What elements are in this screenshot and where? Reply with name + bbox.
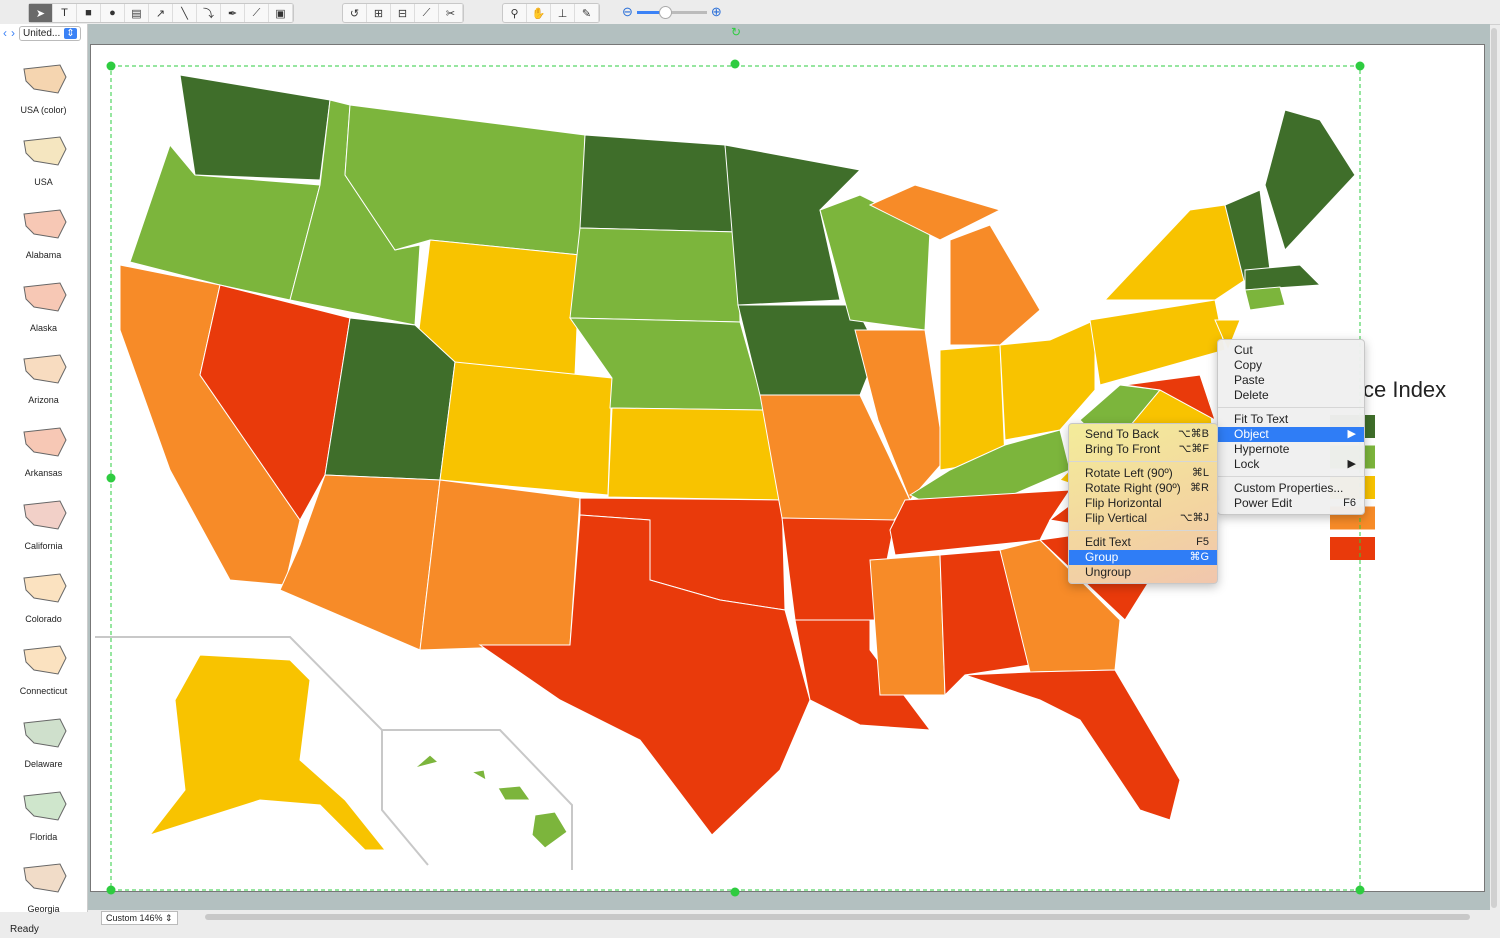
- menu-item-cut[interactable]: Cut: [1218, 343, 1364, 358]
- state-ma[interactable]: [1244, 264, 1322, 291]
- selection-handle: [1355, 885, 1365, 895]
- state-co[interactable]: [439, 361, 613, 496]
- menu-item-delete[interactable]: Delete: [1218, 388, 1364, 403]
- selection-handle: [730, 887, 740, 897]
- state-hi-4[interactable]: [531, 811, 568, 849]
- vertical-scrollbar[interactable]: [1491, 28, 1497, 908]
- state-mi[interactable]: [949, 224, 1041, 346]
- state-oh[interactable]: [999, 319, 1096, 441]
- menu-item-send-to-back[interactable]: Send To Back ⌥⌘B: [1069, 427, 1217, 442]
- state-sd[interactable]: [569, 227, 741, 323]
- menu-item-group[interactable]: Group ⌘G: [1069, 550, 1217, 565]
- state-pa[interactable]: [1089, 299, 1226, 386]
- menu-item-rotate-right[interactable]: Rotate Right (90º) ⌘R: [1069, 481, 1217, 496]
- submenu-arrow-icon: ▶: [1347, 428, 1356, 440]
- legend-title: ce Index: [1363, 377, 1447, 402]
- menu-item-object[interactable]: Object ▶: [1218, 427, 1364, 442]
- state-nm[interactable]: [419, 479, 581, 651]
- selection-handle: [1355, 61, 1365, 71]
- menu-item-edit-text[interactable]: Edit Text F5: [1069, 535, 1217, 550]
- menu-item-copy[interactable]: Copy: [1218, 358, 1364, 373]
- state-ms[interactable]: [869, 554, 946, 696]
- state-hi-3[interactable]: [497, 785, 531, 801]
- state-me[interactable]: [1264, 109, 1356, 251]
- rotate-handle-icon: ↻: [731, 25, 741, 39]
- object-submenu: Send To Back ⌥⌘B Bring To Front ⌥⌘F Rotate L…: [1068, 423, 1218, 584]
- submenu-arrow-icon: ▶: [1347, 458, 1356, 470]
- menu-item-flip-horizontal[interactable]: Flip Horizontal: [1069, 496, 1217, 511]
- state-hi-1[interactable]: [414, 754, 440, 769]
- state-hi-2[interactable]: [470, 769, 487, 781]
- state-ks[interactable]: [607, 407, 783, 501]
- state-fl[interactable]: [964, 669, 1181, 821]
- state-ak[interactable]: [148, 654, 387, 851]
- legend-swatch: [1330, 537, 1375, 560]
- selection-handle: [106, 473, 116, 483]
- selection-handle: [730, 59, 740, 69]
- menu-item-power-edit[interactable]: Power Edit F6: [1218, 496, 1364, 511]
- selection-handle: [106, 885, 116, 895]
- menu-item-bring-to-front[interactable]: Bring To Front ⌥⌘F: [1069, 442, 1217, 457]
- menu-separator: [1069, 461, 1217, 462]
- menu-item-rotate-left[interactable]: Rotate Left (90º) ⌘L: [1069, 466, 1217, 481]
- menu-separator: [1218, 476, 1364, 477]
- selection-handle: [106, 61, 116, 71]
- status-bar: Ready: [10, 924, 39, 935]
- menu-item-paste[interactable]: Paste: [1218, 373, 1364, 388]
- state-ct-ri[interactable]: [1244, 286, 1286, 311]
- menu-item-hypernote[interactable]: Hypernote: [1218, 442, 1364, 457]
- state-wa[interactable]: [179, 74, 331, 181]
- menu-item-lock[interactable]: Lock ▶: [1218, 457, 1364, 472]
- menu-separator: [1069, 530, 1217, 531]
- context-menu: Cut Copy Paste Delete Fit To Text Object ▶ Hype…: [1217, 339, 1365, 515]
- menu-item-ungroup[interactable]: Ungroup: [1069, 565, 1217, 580]
- inset-borders: [95, 636, 573, 870]
- menu-item-fit-to-text[interactable]: Fit To Text: [1218, 412, 1364, 427]
- menu-item-custom-properties[interactable]: Custom Properties...: [1218, 481, 1364, 496]
- state-nd[interactable]: [579, 134, 739, 233]
- menu-item-flip-vertical[interactable]: Flip Vertical ⌥⌘J: [1069, 511, 1217, 526]
- state-ny[interactable]: [1103, 204, 1246, 301]
- menu-separator: [1218, 407, 1364, 408]
- horizontal-scrollbar[interactable]: [205, 914, 1470, 920]
